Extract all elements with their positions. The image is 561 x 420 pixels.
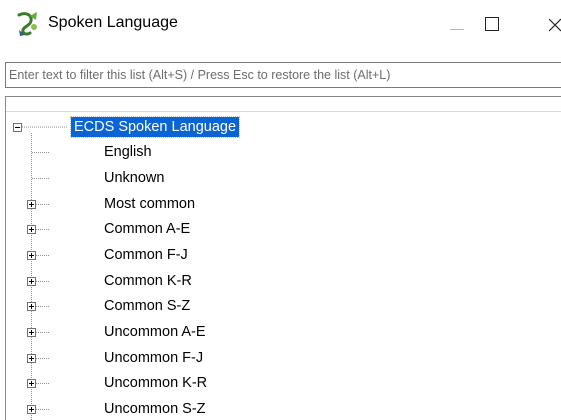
close-icon — [548, 18, 561, 32]
tree-item-unknown[interactable]: Unknown — [104, 168, 164, 188]
tree-item-uncommon-f-j[interactable]: Uncommon F-J — [104, 348, 203, 368]
maximize-button[interactable] — [474, 6, 510, 42]
collapse-icon[interactable] — [13, 123, 22, 132]
tree-root-node[interactable]: ECDS Spoken Language — [69, 116, 241, 138]
tree-item-uncommon-a-e[interactable]: Uncommon A-E — [104, 322, 206, 342]
expand-icon[interactable] — [27, 200, 36, 209]
expand-icon[interactable] — [27, 277, 36, 286]
spoken-language-window: Spoken Language Enter text to filter thi… — [0, 0, 561, 420]
filter-field[interactable] — [5, 62, 561, 88]
filter-input[interactable] — [6, 63, 561, 87]
tree-item-english[interactable]: English — [104, 142, 152, 162]
expand-icon[interactable] — [27, 225, 36, 234]
expand-icon[interactable] — [27, 302, 36, 311]
minimize-button[interactable] — [440, 6, 476, 42]
expand-icon[interactable] — [27, 354, 36, 363]
window-title: Spoken Language — [48, 14, 178, 31]
app-icon — [16, 11, 40, 37]
title-bar[interactable]: Spoken Language — [0, 0, 561, 48]
tree-item-common-s-z[interactable]: Common S-Z — [104, 296, 190, 316]
expand-icon[interactable] — [27, 379, 36, 388]
expand-icon[interactable] — [27, 251, 36, 260]
expand-icon[interactable] — [27, 328, 36, 337]
tree-item-most-common[interactable]: Most common — [104, 194, 195, 214]
tree-item-common-k-r[interactable]: Common K-R — [104, 271, 192, 291]
tree-item-common-a-e[interactable]: Common A-E — [104, 219, 190, 239]
language-tree[interactable]: ECDS Spoken Language English Unknown Mos… — [5, 96, 561, 420]
tree-item-uncommon-k-r[interactable]: Uncommon K-R — [104, 373, 207, 393]
expand-icon[interactable] — [27, 405, 36, 414]
tree-item-common-f-j[interactable]: Common F-J — [104, 245, 188, 265]
close-button[interactable] — [540, 6, 561, 42]
tree-item-uncommon-s-z[interactable]: Uncommon S-Z — [104, 399, 206, 419]
